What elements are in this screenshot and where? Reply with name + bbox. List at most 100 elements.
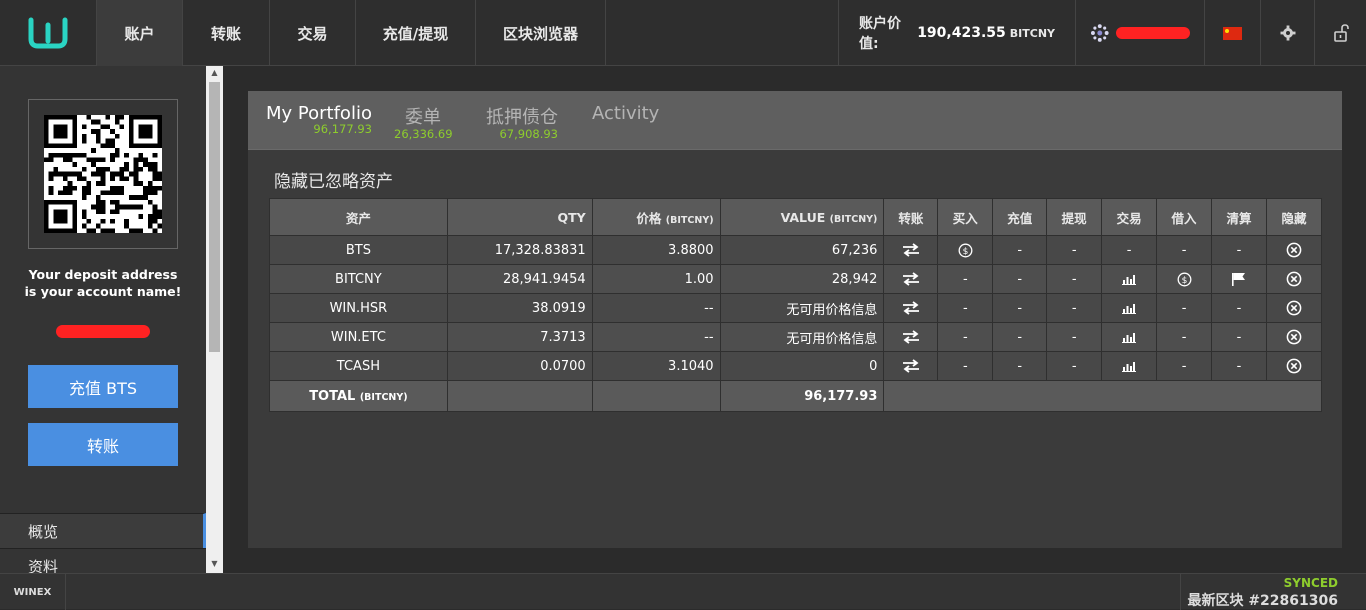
sidebar-transfer-button[interactable]: 转账: [28, 423, 178, 466]
bar-chart-icon: [1122, 275, 1137, 285]
account-sidebar: Your deposit address is your account nam…: [0, 66, 206, 573]
deposit-note-line1: Your deposit address: [28, 267, 178, 282]
hide-asset-button[interactable]: [1265, 351, 1323, 381]
account-value[interactable]: 账户价值: 190,423.55 BITCNY: [838, 0, 1075, 66]
withdraw-unavailable: -: [1046, 264, 1103, 294]
bar-chart-icon: [1122, 333, 1137, 343]
total-label: TOTAL (BITCNY): [269, 380, 448, 412]
deposit-bts-button[interactable]: 充值 BTS: [28, 365, 178, 408]
nav-transfer[interactable]: 转账: [183, 0, 270, 66]
asset-value: 无可用价格信息: [719, 322, 885, 352]
col-price[interactable]: 价格 (BITCNY): [591, 198, 721, 236]
hide-ignored-assets-toggle[interactable]: 隐藏已忽略资产: [274, 167, 393, 192]
total-empty-cell: [446, 380, 593, 412]
settle-action-button[interactable]: [1211, 264, 1267, 294]
footer-brand[interactable]: WINEX: [0, 574, 66, 610]
deposit-qr-frame: [28, 99, 178, 249]
hide-asset-button[interactable]: [1265, 264, 1323, 294]
asset-link[interactable]: BITCNY: [269, 264, 448, 294]
tab-my-portfolio[interactable]: My Portfolio 96,177.93: [266, 103, 372, 136]
scrollbar-thumb[interactable]: [209, 82, 220, 352]
deposit-note: Your deposit address is your account nam…: [0, 266, 206, 300]
settle-unavailable: -: [1211, 235, 1267, 265]
close-circle-icon: [1286, 358, 1302, 374]
asset-value: 无可用价格信息: [719, 293, 885, 323]
sidebar-scrollbar[interactable]: ▲ ▼: [206, 66, 223, 573]
settings-button[interactable]: [1260, 0, 1314, 66]
account-selector[interactable]: [1075, 0, 1204, 66]
tab-sub-value: 67,908.93: [499, 127, 558, 141]
close-circle-icon: [1286, 300, 1302, 316]
col-settle: 清算: [1211, 198, 1267, 236]
redacted-account-name: [1115, 27, 1190, 39]
trade-action-button[interactable]: [1101, 293, 1158, 323]
nav-deposit-withdraw[interactable]: 充值/提现: [356, 0, 476, 66]
scroll-down-arrow-icon[interactable]: ▼: [206, 557, 223, 571]
trade-action-button[interactable]: [1101, 264, 1158, 294]
language-selector[interactable]: [1204, 0, 1260, 66]
account-value-amount: 190,423.55: [917, 25, 1006, 41]
hide-asset-button[interactable]: [1265, 322, 1323, 352]
bar-chart-icon: [1122, 362, 1137, 372]
sidebar-item-profile[interactable]: 资料: [0, 548, 206, 573]
scroll-up-arrow-icon[interactable]: ▲: [206, 66, 223, 80]
hide-asset-button[interactable]: [1265, 235, 1323, 265]
account-identicon-icon: [1090, 24, 1109, 42]
deposit-unavailable: -: [992, 264, 1048, 294]
table-row: WIN.ETC 7.3713 -- 无可用价格信息 - - - - -: [269, 322, 1323, 352]
portfolio-tabs: My Portfolio 96,177.93 委单 26,336.69 抵押债仓…: [248, 91, 1342, 150]
nav-trade[interactable]: 交易: [270, 0, 356, 66]
transfer-action-button[interactable]: [883, 235, 939, 265]
block-status[interactable]: SYNCED 最新区块 #22861306: [1180, 574, 1366, 610]
latest-block: 最新区块 #22861306: [1187, 590, 1338, 610]
asset-link[interactable]: WIN.HSR: [269, 293, 448, 323]
asset-link[interactable]: BTS: [269, 235, 448, 265]
tab-collateral-positions[interactable]: 抵押债仓 67,908.93: [486, 103, 558, 141]
tab-orders[interactable]: 委单 26,336.69: [394, 103, 453, 141]
transfer-action-button[interactable]: [883, 264, 939, 294]
transfer-action-button[interactable]: [883, 293, 939, 323]
trade-action-button[interactable]: [1101, 322, 1158, 352]
sidebar-item-overview[interactable]: 概览: [0, 513, 206, 548]
latest-block-number: #22861306: [1248, 593, 1338, 609]
hide-asset-button[interactable]: [1265, 293, 1323, 323]
lock-button[interactable]: [1314, 0, 1366, 66]
settle-unavailable: -: [1211, 293, 1267, 323]
deposit-qr-code: [44, 115, 162, 233]
account-value-label: 账户价值:: [859, 16, 901, 52]
tab-label: My Portfolio: [266, 103, 372, 124]
unlock-icon: [1333, 24, 1349, 42]
transfer-arrows-icon: [902, 359, 919, 373]
col-value-unit: (BITCNY): [829, 213, 878, 225]
status-footer: WINEX SYNCED 最新区块 #22861306: [0, 573, 1366, 610]
transfer-arrows-icon: [902, 272, 919, 286]
asset-price: 3.1040: [591, 351, 721, 381]
total-label-unit: (BITCNY): [359, 391, 408, 403]
tab-label: 抵押债仓: [486, 107, 558, 128]
total-label-text: TOTAL: [309, 388, 356, 404]
col-transfer: 转账: [883, 198, 939, 236]
china-flag-icon: [1223, 26, 1242, 40]
dollar-coin-icon: $: [1177, 272, 1192, 286]
asset-link[interactable]: TCASH: [269, 351, 448, 381]
col-asset[interactable]: 资产: [269, 198, 448, 236]
asset-price: --: [591, 322, 721, 352]
transfer-action-button[interactable]: [883, 351, 939, 381]
nav-account[interactable]: 账户: [97, 0, 183, 66]
trade-action-button[interactable]: [1101, 351, 1158, 381]
borrow-action-button[interactable]: $: [1156, 264, 1213, 294]
withdraw-unavailable: -: [1046, 322, 1103, 352]
portfolio-panel: My Portfolio 96,177.93 委单 26,336.69 抵押债仓…: [248, 91, 1342, 548]
nav-block-explorer[interactable]: 区块浏览器: [476, 0, 606, 66]
tab-activity[interactable]: Activity: [592, 103, 659, 124]
total-value: 96,177.93: [719, 380, 885, 412]
transfer-action-button[interactable]: [883, 322, 939, 352]
col-qty[interactable]: QTY: [446, 198, 593, 236]
table-header-row: 资产 QTY 价格 (BITCNY) VALUE (BITCNY) 转账 买入 …: [269, 198, 1323, 236]
col-value[interactable]: VALUE (BITCNY): [719, 198, 885, 236]
buy-action-button[interactable]: $: [937, 235, 994, 265]
asset-link[interactable]: WIN.ETC: [269, 322, 448, 352]
winex-logo[interactable]: [0, 0, 97, 66]
svg-text:$: $: [962, 247, 968, 257]
asset-price: --: [591, 293, 721, 323]
